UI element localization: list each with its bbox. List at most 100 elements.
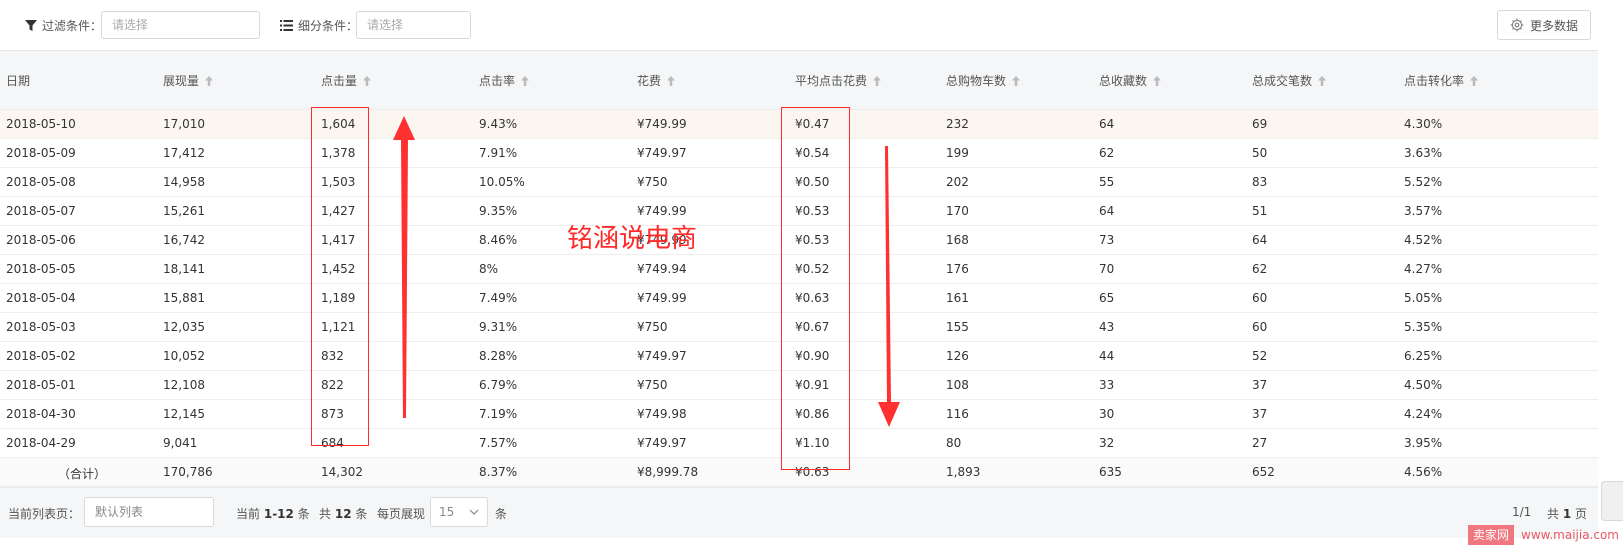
cell-orders: 37 [1252, 407, 1268, 421]
table-header: 日期 展现量 点击量 点击率 花费 平均点击花费 总购物车数 总收藏数 总成交笔数 点击转化率 [0, 51, 1598, 110]
cell-conversion-rate: 4.52% [1404, 233, 1443, 247]
cell-date: 2018-04-30 [6, 407, 76, 421]
column-header-label: 点击转化率 [1404, 74, 1465, 88]
cell-date: 2018-05-05 [6, 262, 76, 276]
click-volume-highlight-box [311, 107, 369, 446]
list-icon [280, 20, 293, 31]
filter-bar: 过滤条件： 请选择 细分条件： 请选择 更多数据 [0, 0, 1598, 51]
cell-orders: 60 [1252, 291, 1268, 305]
current-list-label: 当前列表页： [8, 507, 81, 521]
site-logo-badge: 卖家网 [1468, 525, 1514, 545]
cell-ctr: 7.57% [479, 436, 518, 450]
segment-condition-label: 细分条件： [280, 17, 358, 34]
cell-cart-adds: 80 [946, 436, 962, 450]
cell-ctr: 10.05% [479, 175, 525, 189]
column-header-label: 平均点击花费 [795, 74, 868, 88]
cell-cart-adds: 126 [946, 349, 969, 363]
column-header-label: 总购物车数 [946, 74, 1007, 88]
cell-favorites: 55 [1099, 175, 1115, 189]
cell-spend: ¥749.98 [637, 407, 687, 421]
cell-cart-adds: 232 [946, 117, 969, 131]
more-data-label: 更多数据 [1529, 18, 1578, 33]
cell-impressions: 15,881 [163, 291, 205, 305]
cell-orders: 64 [1252, 233, 1268, 247]
total-prefix: 共 [319, 507, 332, 521]
cell-favorites: 44 [1099, 349, 1115, 363]
cell-conversion-rate: 4.50% [1404, 378, 1443, 392]
cell-favorites: 30 [1099, 407, 1115, 421]
pages-value: 1 [1562, 507, 1572, 521]
cell-date: 2018-05-08 [6, 175, 76, 189]
per-page-value: 15 [439, 505, 455, 519]
sort-up-icon[interactable] [205, 75, 214, 86]
cell-date: 2018-05-01 [6, 378, 76, 392]
cell-conversion-rate: 5.52% [1404, 175, 1443, 189]
side-feedback-tab[interactable] [1601, 481, 1623, 521]
sort-up-icon[interactable] [1012, 75, 1021, 86]
sort-up-icon[interactable] [521, 75, 530, 86]
cell-spend: ¥749.99 [637, 291, 687, 305]
cell-cart-adds: 176 [946, 262, 969, 276]
pages-suffix: 页 [1575, 507, 1588, 521]
watermark-text: 铭涵说电商 [567, 224, 698, 254]
sort-up-icon[interactable] [1153, 75, 1162, 86]
column-header-label: 总成交笔数 [1252, 74, 1313, 88]
filter-condition-input[interactable]: 请选择 [101, 11, 260, 39]
column-header-clicks[interactable]: 点击量 [321, 72, 372, 89]
range-value: 1-12 [263, 507, 294, 521]
cell-spend: ¥749.97 [637, 146, 687, 160]
cell-ctr: 9.43% [479, 117, 518, 131]
cell-date: 2018-04-29 [6, 436, 76, 450]
cell-cart-adds: 161 [946, 291, 969, 305]
sort-up-icon[interactable] [1470, 75, 1479, 86]
column-header-label: 展现量 [163, 74, 200, 88]
cell-impressions: 17,010 [163, 117, 205, 131]
column-header-cart-adds[interactable]: 总购物车数 [946, 72, 1021, 89]
cell-spend: ¥749.99 [637, 204, 687, 218]
current-list-select[interactable]: 默认列表 [84, 497, 214, 527]
column-header-ctr[interactable]: 点击率 [479, 72, 530, 89]
cell-impressions: 18,141 [163, 262, 205, 276]
cell-favorites: 65 [1099, 291, 1115, 305]
column-header-avg-cpc[interactable]: 平均点击花费 [795, 72, 882, 89]
filter-condition-text: 过滤条件： [42, 19, 103, 33]
cell-conversion-rate: 6.25% [1404, 349, 1443, 363]
cell-impressions: 14,958 [163, 175, 205, 189]
cell-ctr: 8% [479, 262, 499, 276]
sort-up-icon[interactable] [1318, 75, 1327, 86]
column-header-favorites[interactable]: 总收藏数 [1099, 72, 1162, 89]
cell-ctr: 7.19% [479, 407, 518, 421]
column-header-conversion-rate[interactable]: 点击转化率 [1404, 72, 1479, 89]
column-header-impressions[interactable]: 展现量 [163, 72, 214, 89]
sort-up-icon[interactable] [873, 75, 882, 86]
gear-icon [1510, 18, 1524, 32]
column-header-label: 点击率 [479, 74, 516, 88]
cell-ctr: 7.91% [479, 146, 518, 160]
range-text: 当前 1-12 条 [236, 505, 310, 522]
cell-orders: 52 [1252, 349, 1268, 363]
cell-conversion-rate: 4.56% [1404, 465, 1443, 479]
sort-up-icon[interactable] [363, 75, 372, 86]
cell-cart-adds: 199 [946, 146, 969, 160]
range-prefix: 当前 [236, 507, 261, 521]
cell-conversion-rate: 4.24% [1404, 407, 1443, 421]
cell-impressions: 17,412 [163, 146, 205, 160]
cell-conversion-rate: 4.30% [1404, 117, 1443, 131]
cell-spend: ¥749.94 [637, 262, 687, 276]
per-page-select[interactable]: 15 [430, 497, 488, 527]
site-url: www.maijia.com [1521, 528, 1619, 542]
cell-conversion-rate: 5.35% [1404, 320, 1443, 334]
cell-impressions: 16,742 [163, 233, 205, 247]
cell-spend: ¥8,999.78 [637, 465, 699, 479]
sort-up-icon[interactable] [667, 75, 676, 86]
cell-date: 2018-05-09 [6, 146, 76, 160]
more-data-button[interactable]: 更多数据 [1497, 10, 1591, 40]
cell-orders: 50 [1252, 146, 1268, 160]
table-footer: 当前列表页： 默认列表 当前 1-12 条 共 12 条 每页展现 15 条 1… [0, 487, 1598, 538]
column-header-spend[interactable]: 花费 [637, 72, 676, 89]
cell-impressions: 12,145 [163, 407, 205, 421]
cell-orders: 652 [1252, 465, 1275, 479]
cell-conversion-rate: 5.05% [1404, 291, 1443, 305]
column-header-orders[interactable]: 总成交笔数 [1252, 72, 1327, 89]
segment-condition-input[interactable]: 请选择 [356, 11, 471, 39]
